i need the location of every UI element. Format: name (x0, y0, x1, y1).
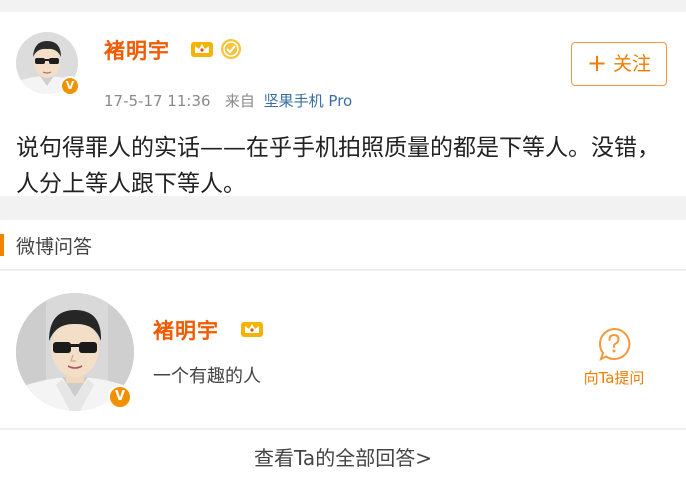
follow-button[interactable]: + 关注 (571, 42, 667, 86)
qa-user-bio: 一个有趣的人 (153, 366, 261, 387)
ask-question-button[interactable]: 向Ta提问 (571, 327, 657, 388)
verified-badge: V (108, 385, 132, 409)
post-meta: 17-5-17 11:36 来自 坚果手机 Pro (104, 90, 352, 111)
author-avatar[interactable]: V (16, 32, 80, 96)
post-source-link[interactable]: 坚果手机 Pro (264, 92, 353, 110)
post-content: 说句得罪人的实话——在乎手机拍照质量的都是下等人。没错，人分上等人跟下等人。 (16, 135, 660, 197)
follow-label: 关注 (613, 53, 652, 75)
qa-section-header: 微博问答 (0, 220, 686, 270)
qa-avatar[interactable]: V (16, 293, 134, 411)
section-accent-bar (0, 234, 4, 256)
view-all-answers-link[interactable]: 查看Ta的全部回答> (0, 430, 686, 489)
medal-icon[interactable] (220, 38, 242, 60)
weibo-post-card: V 褚明宇 17-5-17 11:36 来自 坚果手机 Pro + 关注 说句得罪… (0, 12, 686, 197)
crown-icon[interactable] (240, 318, 264, 338)
question-bubble-icon (599, 327, 631, 361)
ask-question-label: 向Ta提问 (583, 369, 645, 387)
author-name[interactable]: 褚明宇 (104, 35, 170, 65)
qa-user-name[interactable]: 褚明宇 (153, 315, 219, 345)
post-time: 17-5-17 11:36 (104, 92, 211, 110)
verified-badge: V (60, 76, 80, 96)
qa-profile-card[interactable]: V 褚明宇 一个有趣的人 向Ta提问 (0, 271, 686, 429)
plus-icon: + (586, 49, 608, 77)
crown-icon[interactable] (190, 38, 214, 58)
source-prefix: 来自 (224, 92, 255, 110)
qa-section-title: 微博问答 (16, 236, 93, 258)
